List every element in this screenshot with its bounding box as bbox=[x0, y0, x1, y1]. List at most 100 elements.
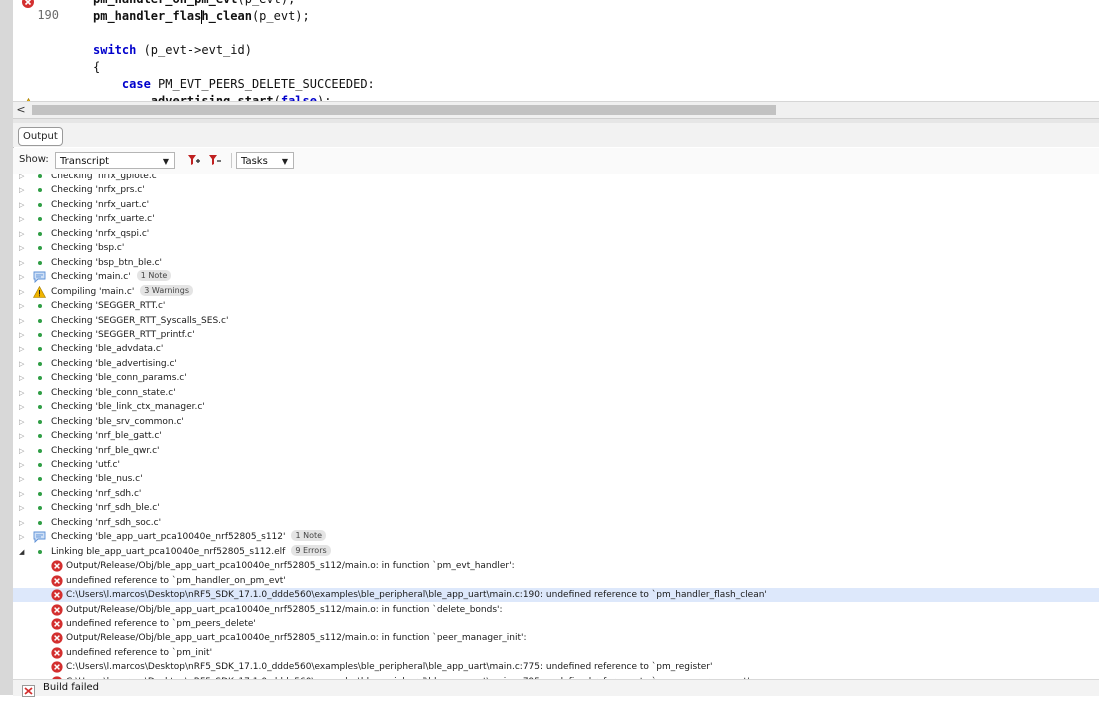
code-line[interactable]: advertising_start(false); bbox=[93, 93, 332, 101]
output-panel-header: Output bbox=[13, 123, 1099, 147]
code-text: (p_evt); bbox=[251, 9, 310, 23]
collapsed-triangle-icon[interactable]: ▷ bbox=[19, 530, 27, 544]
success-dot-icon bbox=[38, 304, 42, 309]
row-label: Output/Release/Obj/ble_app_uart_pca10040… bbox=[66, 561, 515, 572]
transcript-row[interactable]: ▷ Checking 'utf.c' bbox=[13, 458, 1099, 472]
transcript-row[interactable]: ▷ Checking 'ble_nus.c' bbox=[13, 472, 1099, 486]
row-text: Checking 'ble_conn_state.c' bbox=[51, 386, 176, 400]
code-editor[interactable]: pm_handler_on_pm_evt(p_evt);190pm_handle… bbox=[13, 0, 1099, 101]
code-line[interactable]: switch (p_evt->evt_id) bbox=[93, 42, 252, 59]
transcript-row[interactable]: ▷ Checking 'ble_conn_params.c' bbox=[13, 371, 1099, 385]
row-text: Checking 'nrf_ble_gatt.c' bbox=[51, 429, 162, 443]
transcript-row[interactable]: ▷ Checking 'ble_conn_state.c' bbox=[13, 386, 1099, 400]
collapsed-triangle-icon[interactable]: ▷ bbox=[19, 256, 27, 270]
expanded-triangle-icon[interactable]: ◢ bbox=[19, 545, 27, 559]
transcript-row[interactable]: ▷ Checking 'bsp.c' bbox=[13, 241, 1099, 255]
row-text: undefined reference to `pm_peers_delete' bbox=[66, 617, 256, 631]
funnel-add-icon[interactable] bbox=[187, 153, 201, 167]
row-label: Checking 'nrfx_gpiote.c' bbox=[51, 174, 160, 181]
collapsed-triangle-icon[interactable]: ▷ bbox=[19, 270, 27, 284]
collapsed-triangle-icon[interactable]: ▷ bbox=[19, 516, 27, 530]
transcript-row[interactable]: ▷ Checking 'nrf_ble_gatt.c' bbox=[13, 429, 1099, 443]
row-label: Checking 'nrf_sdh_soc.c' bbox=[51, 517, 162, 528]
transcript-row[interactable]: ▷ Checking 'nrfx_gpiote.c' bbox=[13, 174, 1099, 183]
show-select[interactable]: Transcript ▼ bbox=[55, 152, 175, 169]
collapsed-triangle-icon[interactable]: ▷ bbox=[19, 371, 27, 385]
message-row[interactable]: undefined reference to `pm_handler_on_pm… bbox=[13, 574, 1099, 588]
error-icon[interactable] bbox=[22, 0, 35, 8]
funnel-remove-icon[interactable] bbox=[208, 153, 222, 167]
note-icon bbox=[33, 271, 46, 284]
collapsed-triangle-icon[interactable]: ▷ bbox=[19, 415, 27, 429]
collapsed-triangle-icon[interactable]: ▷ bbox=[19, 472, 27, 486]
transcript-row[interactable]: ▷ Checking 'ble_advertising.c' bbox=[13, 357, 1099, 371]
collapsed-triangle-icon[interactable]: ▷ bbox=[19, 458, 27, 472]
output-tab[interactable]: Output bbox=[18, 127, 63, 146]
row-label: Compiling 'main.c' bbox=[51, 286, 135, 297]
transcript-row[interactable]: ▷ Checking 'main.c' 1 Note bbox=[13, 270, 1099, 284]
collapsed-triangle-icon[interactable]: ▷ bbox=[19, 357, 27, 371]
transcript-row[interactable]: ▷ Checking 'nrf_ble_qwr.c' bbox=[13, 444, 1099, 458]
transcript-row[interactable]: ▷ Checking 'SEGGER_RTT.c' bbox=[13, 299, 1099, 313]
success-dot-icon bbox=[38, 217, 42, 222]
note-icon bbox=[33, 531, 46, 544]
transcript-row[interactable]: ▷ Checking 'nrfx_prs.c' bbox=[13, 183, 1099, 197]
code-function: pm_handler_on_pm_evt bbox=[93, 0, 238, 6]
collapsed-triangle-icon[interactable]: ▷ bbox=[19, 314, 27, 328]
transcript-row[interactable]: ▷ Checking 'ble_srv_common.c' bbox=[13, 415, 1099, 429]
message-row[interactable]: C:\Users\l.marcos\Desktop\nRF5_SDK_17.1.… bbox=[13, 660, 1099, 674]
success-dot-icon bbox=[38, 347, 42, 352]
code-line[interactable]: pm_handler_flash_clean(p_evt); bbox=[93, 8, 310, 25]
collapsed-triangle-icon[interactable]: ▷ bbox=[19, 241, 27, 255]
code-line[interactable]: case PM_EVT_PEERS_DELETE_SUCCEEDED: bbox=[93, 76, 375, 93]
transcript-row[interactable]: ▷ Compiling 'main.c' 3 Warnings bbox=[13, 284, 1099, 299]
transcript-row[interactable]: ▷ Checking 'SEGGER_RTT_Syscalls_SES.c' bbox=[13, 314, 1099, 328]
collapsed-triangle-icon[interactable]: ▷ bbox=[19, 487, 27, 501]
collapsed-triangle-icon[interactable]: ▷ bbox=[19, 299, 27, 313]
message-row[interactable]: Output/Release/Obj/ble_app_uart_pca10040… bbox=[13, 559, 1099, 573]
collapsed-triangle-icon[interactable]: ▷ bbox=[19, 227, 27, 241]
transcript-row[interactable]: ▷ Checking 'nrfx_uart.c' bbox=[13, 198, 1099, 212]
build-transcript-list[interactable]: ▷ Checking 'nrfx_gpiote.c' ▷ Checking 'nrfx… bbox=[13, 174, 1099, 679]
collapsed-triangle-icon[interactable]: ▷ bbox=[19, 328, 27, 342]
collapsed-triangle-icon[interactable]: ▷ bbox=[19, 183, 27, 197]
collapsed-triangle-icon[interactable]: ▷ bbox=[19, 429, 27, 443]
transcript-row[interactable]: ▷ Checking 'ble_advdata.c' bbox=[13, 342, 1099, 356]
transcript-row[interactable]: ▷ Checking 'ble_app_uart_pca10040e_nrf528… bbox=[13, 530, 1099, 544]
transcript-row[interactable]: ▷ Checking 'nrf_sdh_soc.c' bbox=[13, 516, 1099, 530]
collapsed-triangle-icon[interactable]: ▷ bbox=[19, 212, 27, 226]
transcript-row[interactable]: ▷ Checking 'nrf_sdh_ble.c' bbox=[13, 501, 1099, 515]
row-text: Checking 'ble_conn_params.c' bbox=[51, 371, 187, 385]
transcript-row[interactable]: ◢ Linking ble_app_uart_pca10040e_nrf52805… bbox=[13, 544, 1099, 559]
tasks-select[interactable]: Tasks ▼ bbox=[236, 152, 294, 169]
collapsed-triangle-icon[interactable]: ▷ bbox=[19, 444, 27, 458]
transcript-row[interactable]: ▷ Checking 'ble_link_ctx_manager.c' bbox=[13, 400, 1099, 414]
transcript-row[interactable]: ▷ Checking 'bsp_btn_ble.c' bbox=[13, 256, 1099, 270]
code-line[interactable]: pm_handler_on_pm_evt(p_evt); bbox=[93, 0, 295, 8]
scrollbar-thumb[interactable] bbox=[32, 105, 776, 115]
collapsed-triangle-icon[interactable]: ▷ bbox=[19, 386, 27, 400]
message-row[interactable]: undefined reference to `pm_peers_delete' bbox=[13, 617, 1099, 631]
message-row[interactable]: Output/Release/Obj/ble_app_uart_pca10040… bbox=[13, 631, 1099, 645]
message-row[interactable]: undefined reference to `pm_init' bbox=[13, 646, 1099, 660]
code-line[interactable]: { bbox=[93, 59, 100, 76]
transcript-row[interactable]: ▷ Checking 'nrfx_uarte.c' bbox=[13, 212, 1099, 226]
message-row[interactable]: C:\Users\l.marcos\Desktop\nRF5_SDK_17.1.… bbox=[13, 588, 1099, 603]
row-label: Linking ble_app_uart_pca10040e_nrf52805_… bbox=[51, 546, 286, 557]
row-text: Output/Release/Obj/ble_app_uart_pca10040… bbox=[66, 559, 515, 573]
collapsed-triangle-icon[interactable]: ▷ bbox=[19, 400, 27, 414]
transcript-row[interactable]: ▷ Checking 'SEGGER_RTT_printf.c' bbox=[13, 328, 1099, 342]
success-dot-icon bbox=[38, 332, 42, 337]
transcript-row[interactable]: ▷ Checking 'nrfx_qspi.c' bbox=[13, 227, 1099, 241]
row-label: Checking 'nrf_sdh.c' bbox=[51, 488, 142, 499]
collapsed-triangle-icon[interactable]: ▷ bbox=[19, 198, 27, 212]
collapsed-triangle-icon[interactable]: ▷ bbox=[19, 342, 27, 356]
scroll-left-arrow-icon[interactable]: < bbox=[15, 103, 27, 116]
success-dot-icon bbox=[38, 405, 42, 410]
collapsed-triangle-icon[interactable]: ▷ bbox=[19, 285, 27, 299]
message-row[interactable]: Output/Release/Obj/ble_app_uart_pca10040… bbox=[13, 603, 1099, 617]
editor-horizontal-scrollbar[interactable]: < bbox=[13, 101, 1099, 118]
transcript-row[interactable]: ▷ Checking 'nrf_sdh.c' bbox=[13, 487, 1099, 501]
collapsed-triangle-icon[interactable]: ▷ bbox=[19, 501, 27, 515]
collapsed-triangle-icon[interactable]: ▷ bbox=[19, 174, 27, 183]
